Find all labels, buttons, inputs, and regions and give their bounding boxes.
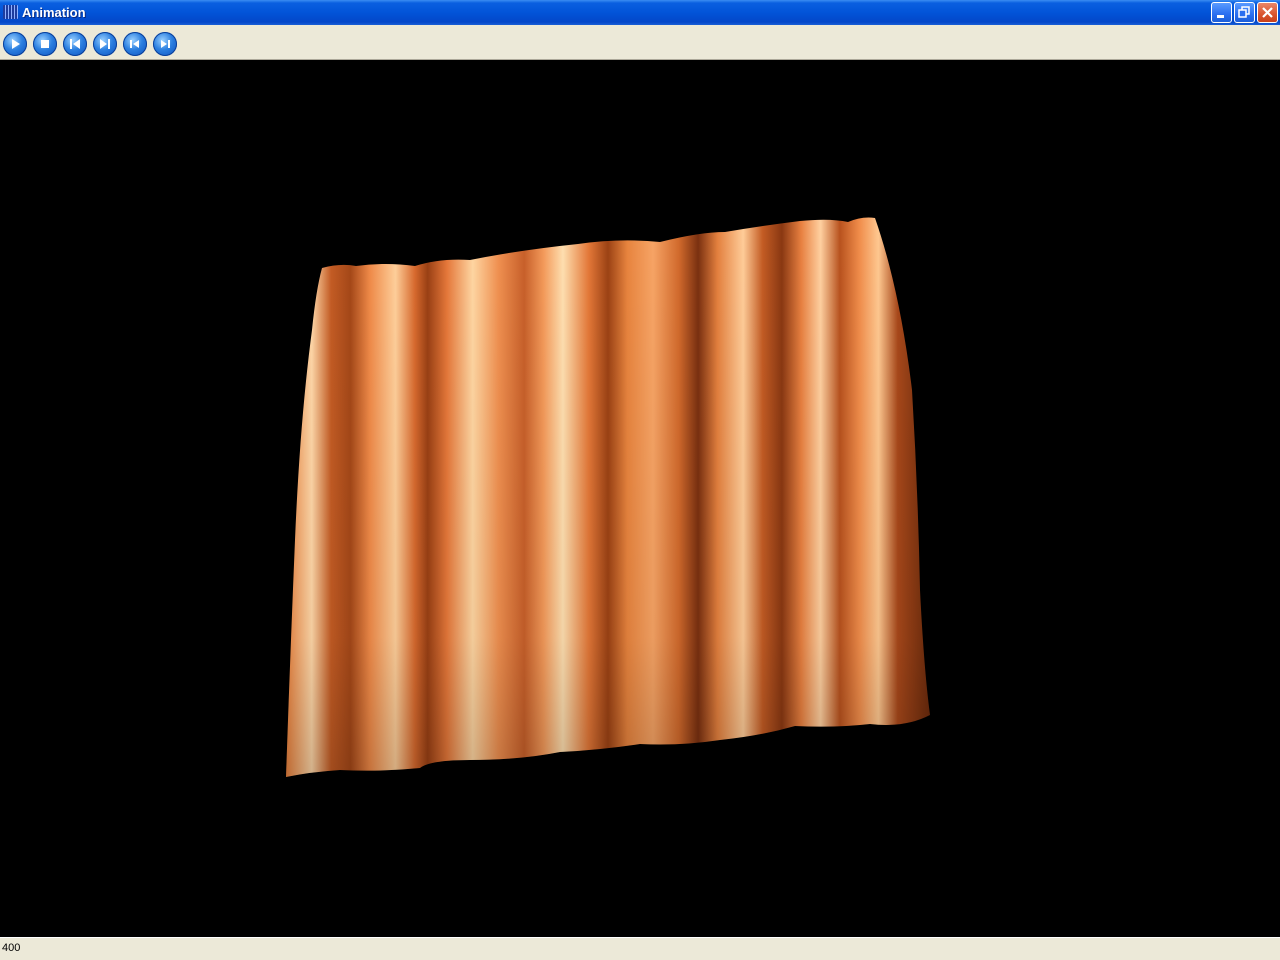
frame-counter: 400 — [2, 942, 21, 954]
toolbar — [0, 25, 1280, 60]
minimize-icon — [1217, 15, 1224, 18]
minimize-button[interactable] — [1211, 2, 1232, 23]
skip-to-end-icon — [100, 39, 110, 49]
restore-icon — [1238, 6, 1250, 18]
step-forward-icon — [161, 40, 170, 48]
close-button[interactable] — [1257, 2, 1278, 23]
close-icon — [1262, 7, 1273, 18]
window-title: Animation — [22, 5, 86, 20]
status-bar: 400 — [0, 937, 1280, 960]
app-grid-icon[interactable] — [3, 5, 18, 19]
title-bar[interactable]: Animation — [0, 0, 1280, 25]
render-viewport[interactable] — [0, 60, 1280, 937]
play-icon — [12, 39, 20, 49]
play-button[interactable] — [3, 32, 27, 56]
last-frame-button[interactable] — [93, 32, 117, 56]
step-back-button[interactable] — [123, 32, 147, 56]
restore-button[interactable] — [1234, 2, 1255, 23]
stop-icon — [41, 40, 49, 48]
stop-button[interactable] — [33, 32, 57, 56]
cloth-render — [286, 217, 930, 777]
skip-to-start-icon — [70, 39, 80, 49]
step-forward-button[interactable] — [153, 32, 177, 56]
first-frame-button[interactable] — [63, 32, 87, 56]
step-back-icon — [130, 40, 139, 48]
